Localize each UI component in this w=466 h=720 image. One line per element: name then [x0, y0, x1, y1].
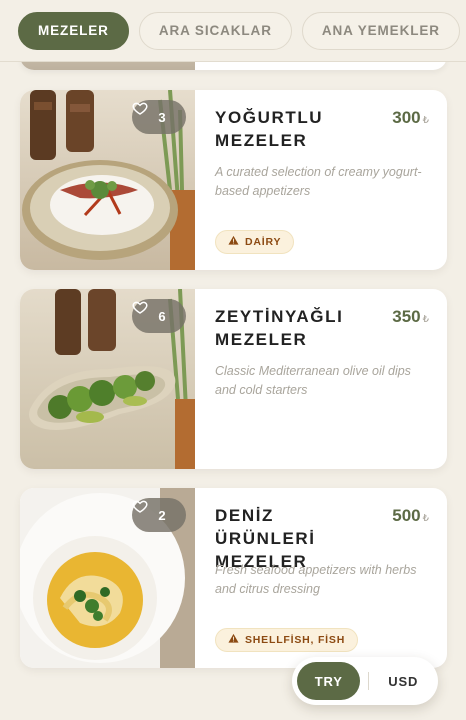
allergen-tag: SHELLFİSH, FİSH — [215, 628, 359, 652]
likes-badge[interactable]: 2 — [132, 498, 186, 532]
menu-card-deniz-urunleri[interactable]: 2 DENİZ ÜRÜNLERİ MEZELER 500 ₺ Fresh seaf… — [20, 488, 447, 668]
dish-image: 2 — [20, 488, 195, 668]
likes-count: 6 — [158, 308, 166, 324]
card-title: YOĞURTLU MEZELER — [215, 108, 324, 150]
dish-image: 3 — [20, 90, 195, 270]
likes-badge[interactable]: 3 — [132, 100, 186, 134]
currency-try-button[interactable]: TRY — [297, 662, 361, 700]
warning-icon — [228, 235, 239, 249]
menu-card-yogurtlu[interactable]: 3 YOĞURTLU MEZELER 300 ₺ A curated select… — [20, 90, 447, 270]
card-price: 300 ₺ — [392, 108, 429, 127]
card-description: A curated selection of creamy yogurt-bas… — [215, 165, 422, 198]
card-info: ZEYTİNYAĞLI MEZELER 350 ₺ Classic Mediter… — [215, 289, 447, 469]
allergen-label: DAİRY — [245, 236, 282, 248]
allergen-label: SHELLFİSH, FİSH — [245, 634, 346, 646]
currency-usd-button[interactable]: USD — [373, 662, 433, 700]
card-price: 500 ₺ — [392, 506, 429, 525]
likes-count: 2 — [158, 507, 166, 523]
currency-divider — [368, 672, 370, 690]
tab-ara-sicaklar[interactable]: ARA SICAKLAR — [138, 11, 292, 50]
likes-count: 3 — [158, 109, 166, 125]
dish-image: 6 — [20, 289, 195, 469]
card-title: ZEYTİNYAĞLI MEZELER — [215, 307, 344, 349]
card-info: DENİZ ÜRÜNLERİ MEZELER 500 ₺ Fresh seafoo… — [215, 488, 447, 668]
category-tabs: MEZELER ARA SICAKLAR ANA YEMEKLER — [0, 0, 466, 62]
menu-card-zeytinyagli[interactable]: 6 ZEYTİNYAĞLI MEZELER 350 ₺ Classic Medit… — [20, 289, 447, 469]
card-description: Fresh seafood appetizers with herbs and … — [215, 563, 417, 596]
likes-badge[interactable]: 6 — [132, 299, 186, 333]
tab-mezeler[interactable]: MEZELER — [18, 11, 129, 50]
warning-icon — [228, 633, 239, 647]
currency-switch: TRY USD — [292, 657, 438, 705]
card-description: Classic Mediterranean olive oil dips and… — [215, 364, 411, 397]
card-info: YOĞURTLU MEZELER 300 ₺ A curated selectio… — [215, 90, 447, 270]
card-price: 350 ₺ — [392, 307, 429, 326]
tab-ana-yemekler[interactable]: ANA YEMEKLER — [301, 11, 460, 50]
allergen-tag: DAİRY — [215, 230, 295, 254]
